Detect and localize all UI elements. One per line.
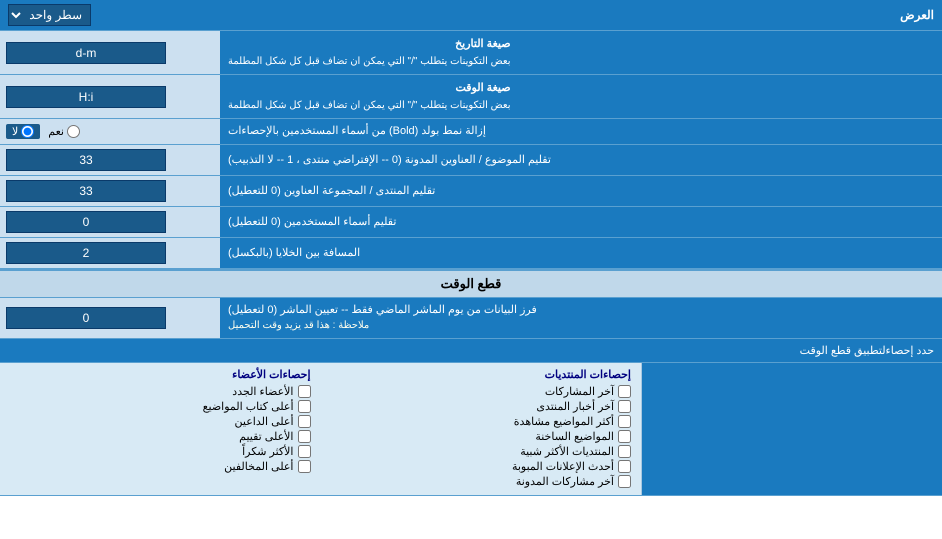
checkbox-item: أعلى الداعين — [10, 415, 311, 428]
forum-title-trim-label: تقليم المنتدى / المجموعة العناوين (0 للت… — [220, 176, 942, 206]
checkbox-last-posts[interactable] — [618, 385, 631, 398]
checkbox-item: المواضيع الساخنة — [331, 430, 632, 443]
checkbox-top-writers[interactable] — [298, 400, 311, 413]
forum-stats-col: إحصاءات المنتديات آخر المشاركات آخر أخبا… — [321, 363, 643, 495]
checkbox-top-rated[interactable] — [298, 430, 311, 443]
time-format-row: صيغة الوقت بعض التكوينات يتطلب "/" التي … — [0, 75, 942, 119]
bold-remove-label: إزالة نمط بولد (Bold) من أسماء المستخدمي… — [220, 119, 942, 144]
title-trim-input[interactable] — [6, 149, 166, 171]
username-trim-input-cell — [0, 207, 220, 237]
checkbox-item: آخر أخبار المنتدى — [331, 400, 632, 413]
checkbox-item: أعلى كتاب المواضيع — [10, 400, 311, 413]
date-format-input-cell — [0, 31, 220, 74]
cutoff-input[interactable] — [6, 307, 166, 329]
limit-label: حدد إحصاءلتطبيق قطع الوقت — [0, 339, 942, 362]
checkbox-most-thanked[interactable] — [298, 445, 311, 458]
bold-remove-input-cell: نعم لا — [0, 119, 220, 144]
username-trim-input[interactable] — [6, 211, 166, 233]
checkbox-item: أحدث الإعلانات المبوبة — [331, 460, 632, 473]
checkbox-last-blog-posts[interactable] — [618, 475, 631, 488]
forum-title-trim-row: تقليم المنتدى / المجموعة العناوين (0 للت… — [0, 176, 942, 207]
radio-yes[interactable] — [67, 125, 80, 138]
checkbox-new-members[interactable] — [298, 385, 311, 398]
top-section: العرض سطر واحد — [0, 0, 942, 31]
display-select[interactable]: سطر واحد — [8, 4, 91, 26]
time-format-input-cell — [0, 75, 220, 118]
checkboxes-area: إحصاءات المنتديات آخر المشاركات آخر أخبا… — [0, 363, 942, 496]
members-stats-title: إحصاءات الأعضاء — [10, 368, 311, 381]
title-trim-label: تقليم الموضوع / العناوين المدونة (0 -- ا… — [220, 145, 942, 175]
cutoff-label: فرز البيانات من يوم الماشر الماضي فقط --… — [220, 298, 942, 337]
username-trim-row: تقليم أسماء المستخدمين (0 للتعطيل) — [0, 207, 942, 238]
checkbox-latest-classifieds[interactable] — [618, 460, 631, 473]
checkbox-item: أكثر المواضيع مشاهدة — [331, 415, 632, 428]
checkbox-top-inviters[interactable] — [298, 415, 311, 428]
cutoff-section-header: قطع الوقت — [0, 269, 942, 298]
cutoff-row: فرز البيانات من يوم الماشر الماضي فقط --… — [0, 298, 942, 338]
checkbox-item: الأعلى تقييم — [10, 430, 311, 443]
checkbox-item: الأكثر شكراً — [10, 445, 311, 458]
bold-remove-row: إزالة نمط بولد (Bold) من أسماء المستخدمي… — [0, 119, 942, 145]
checkbox-hot-topics[interactable] — [618, 430, 631, 443]
date-format-input[interactable] — [6, 42, 166, 64]
checkbox-item: الأعضاء الجدد — [10, 385, 311, 398]
checkbox-most-viewed[interactable] — [618, 415, 631, 428]
date-format-label: صيغة التاريخ بعض التكوينات يتطلب "/" الت… — [220, 31, 942, 74]
forum-title-trim-input-cell — [0, 176, 220, 206]
cutoff-input-cell — [0, 298, 220, 337]
time-format-label: صيغة الوقت بعض التكوينات يتطلب "/" التي … — [220, 75, 942, 118]
checkbox-item: آخر المشاركات — [331, 385, 632, 398]
radio-no-label[interactable]: لا — [6, 124, 40, 139]
checkbox-item: آخر مشاركات المدونة — [331, 475, 632, 488]
forum-title-trim-input[interactable] — [6, 180, 166, 202]
cell-spacing-row: المسافة بين الخلايا (بالبكسل) — [0, 238, 942, 269]
title-trim-input-cell — [0, 145, 220, 175]
cell-spacing-input[interactable] — [6, 242, 166, 264]
cell-spacing-input-cell — [0, 238, 220, 268]
cell-spacing-label: المسافة بين الخلايا (بالبكسل) — [220, 238, 942, 268]
checkbox-similar-forums[interactable] — [618, 445, 631, 458]
title-trim-row: تقليم الموضوع / العناوين المدونة (0 -- ا… — [0, 145, 942, 176]
limit-label-row: حدد إحصاءلتطبيق قطع الوقت — [0, 339, 942, 363]
checkbox-last-news[interactable] — [618, 400, 631, 413]
checkbox-cols: إحصاءات المنتديات آخر المشاركات آخر أخبا… — [0, 363, 642, 495]
empty-col — [642, 363, 942, 495]
top-label: العرض — [900, 8, 934, 22]
username-trim-label: تقليم أسماء المستخدمين (0 للتعطيل) — [220, 207, 942, 237]
forum-stats-title: إحصاءات المنتديات — [331, 368, 632, 381]
time-format-input[interactable] — [6, 86, 166, 108]
members-stats-col: إحصاءات الأعضاء الأعضاء الجدد أعلى كتاب … — [0, 363, 321, 495]
date-format-row: صيغة التاريخ بعض التكوينات يتطلب "/" الت… — [0, 31, 942, 75]
bold-radio-group: نعم لا — [6, 124, 80, 139]
checkbox-item: أعلى المخالفين — [10, 460, 311, 473]
radio-yes-label[interactable]: نعم — [48, 125, 80, 138]
checkbox-top-violators[interactable] — [298, 460, 311, 473]
radio-no[interactable] — [21, 125, 34, 138]
checkbox-item: المنتديات الأكثر شبية — [331, 445, 632, 458]
